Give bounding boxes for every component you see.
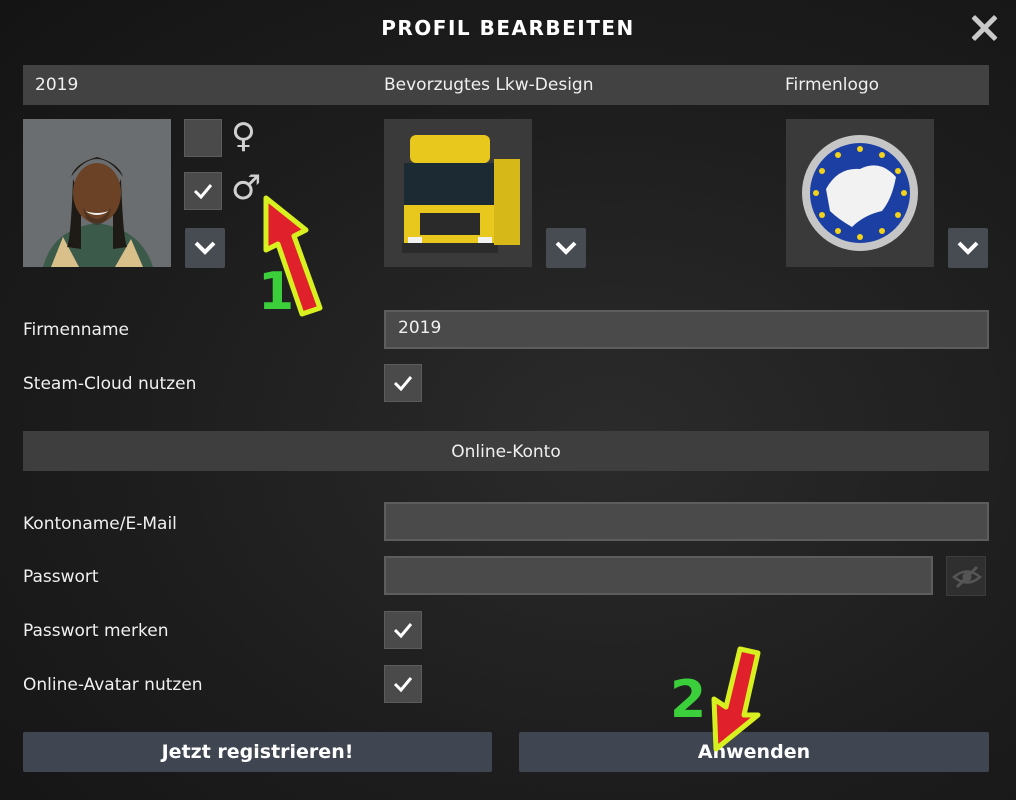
register-button-label: Jetzt registrieren! xyxy=(161,741,354,763)
online-account-section-header: Online-Konto xyxy=(23,431,989,471)
eye-slash-icon xyxy=(952,565,982,589)
remember-password-checkbox[interactable] xyxy=(384,611,422,649)
avatar-dropdown-button[interactable] xyxy=(185,228,225,268)
avatar[interactable] xyxy=(23,119,171,267)
gender-male-checkbox[interactable] xyxy=(184,172,222,210)
annotation-step-1: 1 xyxy=(258,262,295,322)
annotation-step-2: 2 xyxy=(670,670,707,730)
profile-name: 2019 xyxy=(35,75,79,95)
online-avatar-label: Online-Avatar nutzen xyxy=(23,675,203,695)
company-logo-label: Firmenlogo xyxy=(785,75,880,95)
annotation-arrow-down-icon xyxy=(711,646,761,752)
register-button[interactable]: Jetzt registrieren! xyxy=(23,732,492,772)
online-account-title: Online-Konto xyxy=(451,442,561,462)
dialog-title: PROFIL BEARBEITEN xyxy=(381,16,635,40)
gender-female-checkbox[interactable] xyxy=(184,119,222,157)
truck-design-label: Bevorzugtes Lkw-Design xyxy=(384,75,594,95)
company-logo-image[interactable] xyxy=(786,119,934,267)
account-label: Kontoname/E-Mail xyxy=(23,514,177,534)
steam-cloud-label: Steam-Cloud nutzen xyxy=(23,374,197,394)
account-email-input[interactable] xyxy=(384,502,989,541)
password-label: Passwort xyxy=(23,567,99,587)
steam-cloud-checkbox[interactable] xyxy=(384,364,422,402)
company-name-input[interactable]: 2019 xyxy=(384,310,989,349)
show-password-button[interactable] xyxy=(946,556,986,596)
profile-header-bar: 2019 Bevorzugtes Lkw-Design Firmenlogo xyxy=(23,65,989,105)
password-input[interactable] xyxy=(384,556,933,595)
truck-design-dropdown-button[interactable] xyxy=(546,228,586,268)
male-icon: ♂ xyxy=(231,168,262,208)
remember-password-label: Passwort merken xyxy=(23,621,169,641)
truck-design-image[interactable] xyxy=(384,119,532,267)
online-avatar-checkbox[interactable] xyxy=(384,665,422,703)
close-icon[interactable] xyxy=(970,14,998,42)
female-icon: ♀ xyxy=(231,116,256,156)
company-name-label: Firmenname xyxy=(23,320,129,340)
company-logo-dropdown-button[interactable] xyxy=(948,228,988,268)
